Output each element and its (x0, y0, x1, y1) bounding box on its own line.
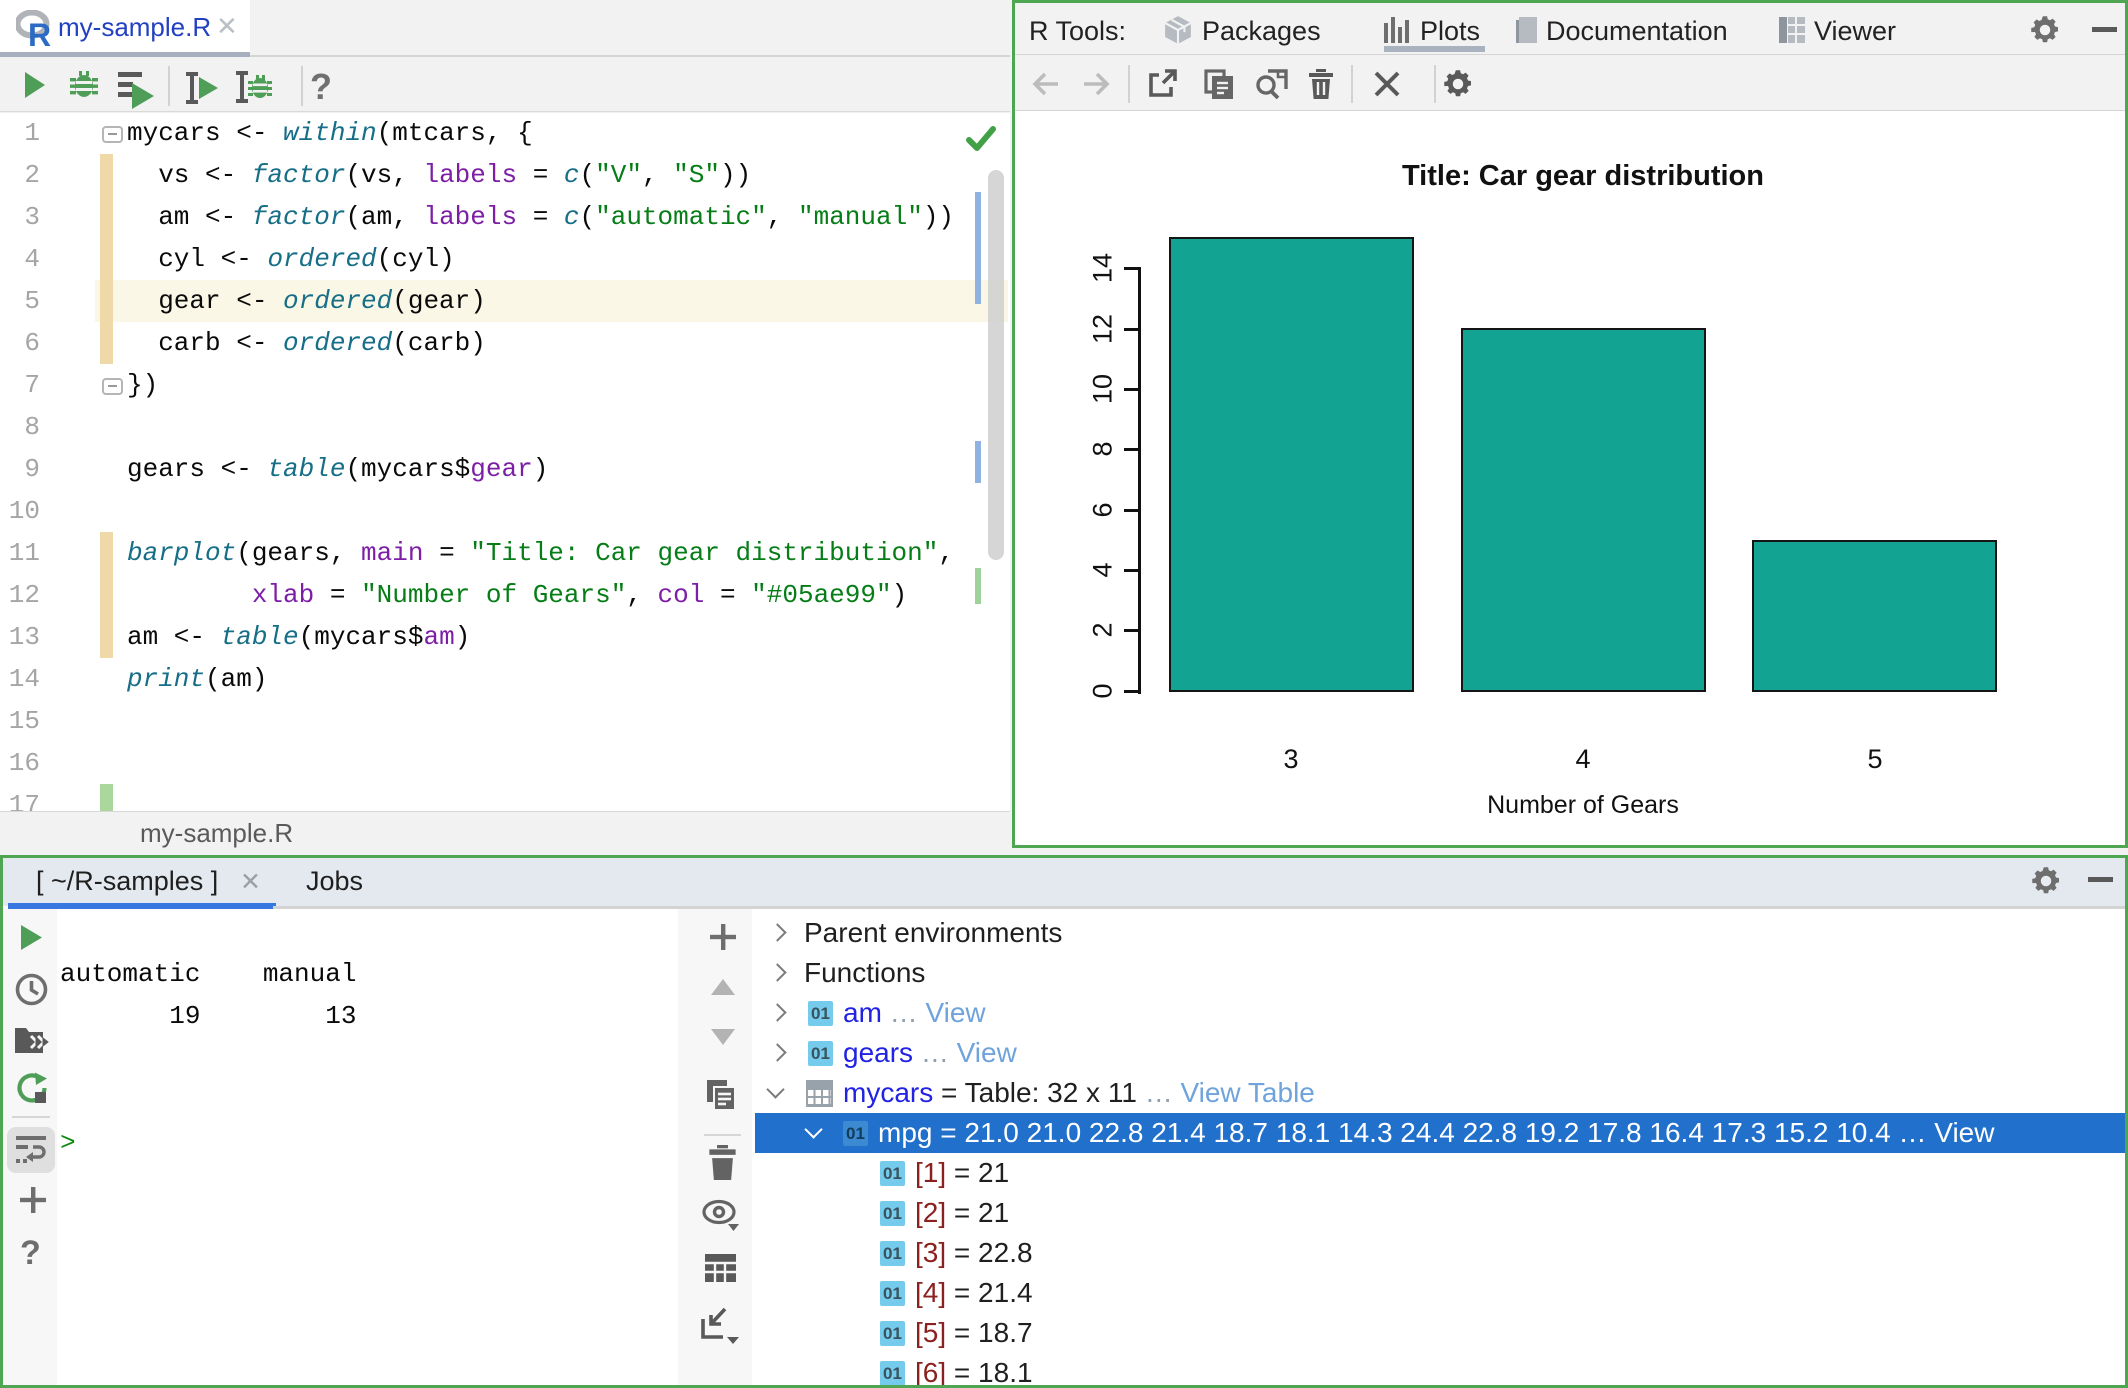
svg-text:R: R (28, 17, 51, 48)
